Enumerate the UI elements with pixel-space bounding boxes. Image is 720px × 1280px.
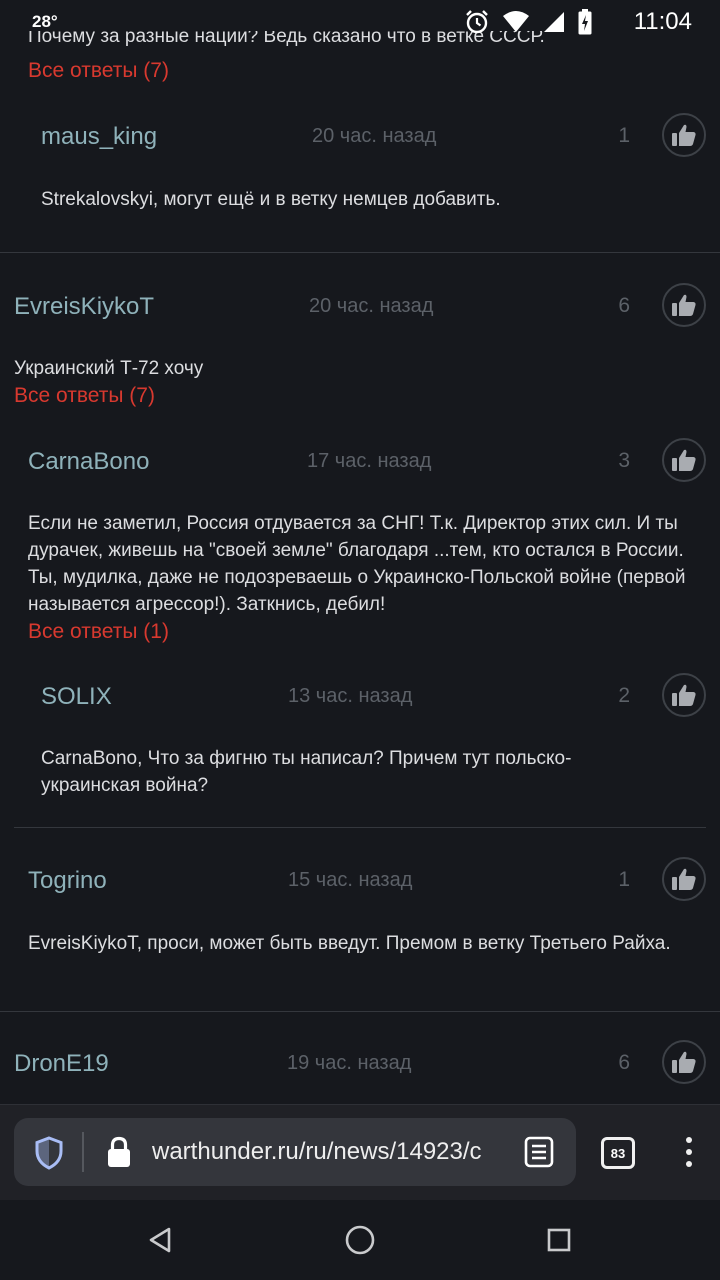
comment-author[interactable]: maus_king <box>41 123 157 151</box>
lock-icon[interactable] <box>106 1136 132 1168</box>
comment-text: Украинский Т-72 хочу <box>14 358 204 379</box>
recents-square-icon <box>547 1228 571 1252</box>
status-temperature: 28° <box>32 12 58 31</box>
thumbs-up-icon <box>672 449 696 471</box>
recents-button[interactable] <box>539 1220 579 1260</box>
like-button[interactable] <box>662 438 706 482</box>
home-circle-icon <box>345 1225 375 1255</box>
comment-divider <box>0 1011 720 1012</box>
alarm-icon <box>466 10 488 34</box>
shield-icon[interactable] <box>34 1136 64 1170</box>
thumbs-up-icon <box>672 294 696 316</box>
comment-timestamp: 20 час. назад <box>312 125 437 147</box>
tabs-count-button[interactable]: 83 <box>601 1137 635 1169</box>
all-replies-link[interactable]: Все ответы (7) <box>28 59 169 83</box>
status-icons <box>464 8 592 36</box>
status-bar: 28° 11:04 <box>0 0 720 44</box>
comment-author[interactable]: Togrino <box>28 867 107 895</box>
back-triangle-icon <box>149 1227 171 1253</box>
like-button[interactable] <box>662 113 706 157</box>
like-button[interactable] <box>662 857 706 901</box>
like-button[interactable] <box>662 1040 706 1084</box>
address-separator <box>82 1132 84 1172</box>
menu-dot <box>686 1161 692 1167</box>
comment-text: Strekalovskyi, могут ещё и в ветку немце… <box>41 189 501 210</box>
comment-author[interactable]: DronE19 <box>14 1050 109 1078</box>
address-bar[interactable]: warthunder.ru/ru/news/14923/c <box>14 1118 576 1186</box>
more-vert-icon[interactable] <box>676 1134 702 1170</box>
comment-divider <box>0 252 720 253</box>
home-button[interactable] <box>340 1220 380 1260</box>
wifi-icon <box>503 11 529 32</box>
like-count: 2 <box>618 684 630 707</box>
comment-text: Если не заметил, Россия отдувается за СН… <box>28 513 686 615</box>
reader-mode-icon[interactable] <box>524 1136 554 1168</box>
menu-dot <box>686 1137 692 1143</box>
comments-list: Почему за разные нации? Ведь сказано что… <box>0 0 720 1104</box>
comment-timestamp: 17 час. назад <box>307 450 432 472</box>
like-count: 3 <box>618 449 630 472</box>
comment-text: CarnaBono, Что за фигню ты написал? Прич… <box>41 748 572 796</box>
like-count: 1 <box>618 868 630 891</box>
back-button[interactable] <box>140 1220 180 1260</box>
thumbs-up-icon <box>672 684 696 706</box>
thumbs-up-icon <box>672 124 696 146</box>
comment-timestamp: 15 час. назад <box>288 869 413 891</box>
like-count: 1 <box>618 124 630 147</box>
comment-timestamp: 13 час. назад <box>288 685 413 707</box>
comment-author[interactable]: EvreisKiykoT <box>14 293 154 321</box>
cell-signal-icon <box>544 12 564 32</box>
status-time: 11:04 <box>633 8 692 35</box>
battery-icon <box>578 9 592 35</box>
like-button[interactable] <box>662 673 706 717</box>
like-button[interactable] <box>662 283 706 327</box>
comment-timestamp: 19 час. назад <box>287 1052 412 1074</box>
url-text[interactable]: warthunder.ru/ru/news/14923/c <box>152 1138 512 1168</box>
thumbs-up-icon <box>672 1051 696 1073</box>
comment-author[interactable]: CarnaBono <box>28 448 149 476</box>
all-replies-link[interactable]: Все ответы (7) <box>14 384 155 408</box>
comment-divider <box>14 827 706 828</box>
thumbs-up-icon <box>672 868 696 890</box>
all-replies-link[interactable]: Все ответы (1) <box>28 620 169 644</box>
comment-text: EvreisKiykoT, проси, может быть введут. … <box>28 933 671 954</box>
navigation-bar <box>0 1200 720 1280</box>
comment-timestamp: 20 час. назад <box>309 295 434 317</box>
comment-author[interactable]: SOLIX <box>41 683 112 711</box>
like-count: 6 <box>618 294 630 317</box>
menu-dot <box>686 1149 692 1155</box>
like-count: 6 <box>618 1051 630 1074</box>
